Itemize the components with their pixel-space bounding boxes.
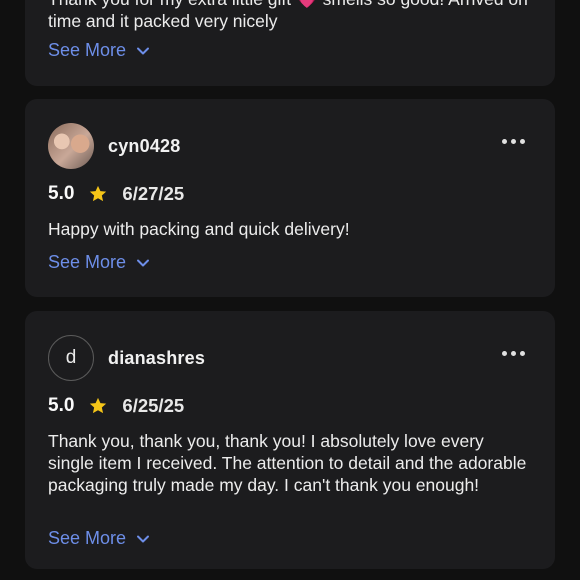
chevron-down-icon: [137, 535, 150, 542]
reviewer-username[interactable]: dianashres: [108, 348, 205, 369]
see-more-link[interactable]: See More: [48, 528, 150, 549]
see-more-link[interactable]: See More: [48, 252, 150, 273]
review-date: 6/27/25: [122, 183, 185, 204]
review-text: Thank you, thank you, thank you! I absol…: [48, 431, 527, 495]
more-options-icon[interactable]: [502, 351, 525, 356]
see-more-label: See More: [48, 528, 127, 548]
more-options-icon[interactable]: [502, 139, 525, 144]
star-icon: [90, 185, 107, 202]
review-text: Thank you for my extra little gift 💗 sme…: [48, 0, 528, 31]
review-card: Thank you for my extra little gift 💗 sme…: [25, 0, 555, 86]
rating-row: 5.0 6/25/25: [48, 395, 184, 417]
avatar[interactable]: d: [48, 335, 94, 381]
reviewer-username[interactable]: cyn0428: [108, 136, 180, 157]
chevron-down-icon: [137, 259, 150, 266]
see-more-label: See More: [48, 252, 127, 272]
review-text: Happy with packing and quick delivery!: [48, 219, 350, 239]
rating-value: 5.0: [48, 395, 75, 416]
avatar[interactable]: [48, 123, 94, 169]
rating-row: 5.0 6/27/25: [48, 183, 184, 205]
star-icon: [90, 397, 107, 414]
review-card: cyn0428 5.0 6/27/25 Happy with packing a…: [25, 99, 555, 297]
see-more-label: See More: [48, 40, 127, 60]
review-card: d dianashres 5.0 6/25/25 Thank you, than…: [25, 311, 555, 569]
rating-value: 5.0: [48, 183, 75, 204]
chevron-down-icon: [137, 47, 150, 54]
review-date: 6/25/25: [122, 395, 185, 416]
see-more-link[interactable]: See More: [48, 40, 150, 61]
